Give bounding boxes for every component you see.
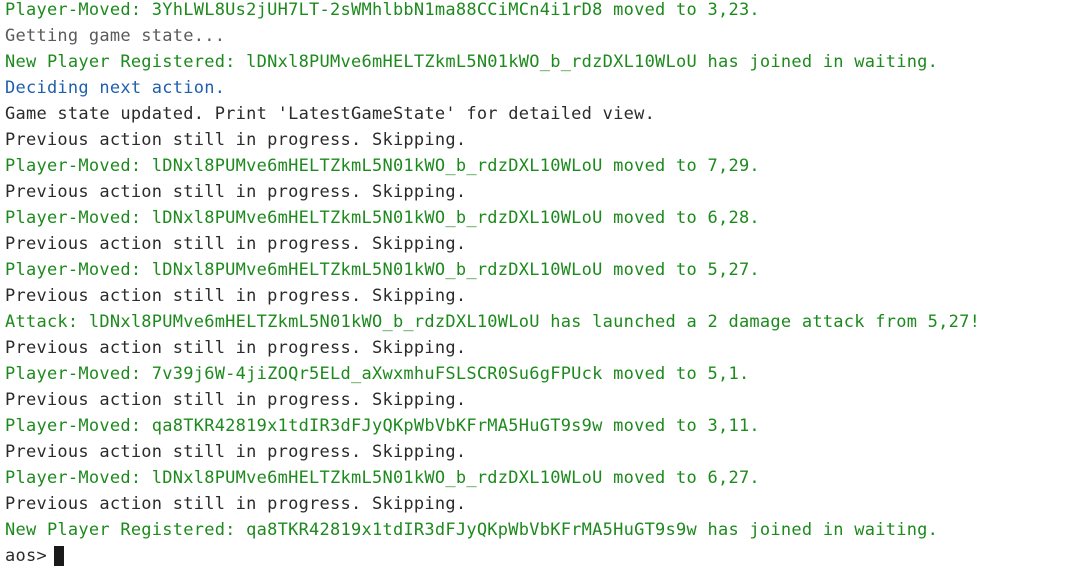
log-line: Player-Moved: 7v39j6W-4jiZOQr5ELd_aXwxmh… xyxy=(5,364,750,384)
log-line: Previous action still in progress. Skipp… xyxy=(5,130,467,150)
log-line: Getting game state... xyxy=(5,26,226,46)
log-line: Player-Moved: lDNxl8PUMve6mHELTZkmL5N01k… xyxy=(5,156,760,176)
log-line: Game state updated. Print 'LatestGameSta… xyxy=(5,104,656,124)
log-line: New Player Registered: qa8TKR42819x1tdIR… xyxy=(5,520,939,540)
log-line: New Player Registered: lDNxl8PUMve6mHELT… xyxy=(5,52,939,72)
prompt-label: aos> xyxy=(5,546,47,566)
log-line: Player-Moved: lDNxl8PUMve6mHELTZkmL5N01k… xyxy=(5,208,760,228)
log-line: Player-Moved: 3YhLWL8Us2jUH7LT-2sWMhlbbN… xyxy=(5,0,760,20)
log-line: Deciding next action. xyxy=(5,78,226,98)
log-line: Previous action still in progress. Skipp… xyxy=(5,442,467,462)
log-line: Previous action still in progress. Skipp… xyxy=(5,182,467,202)
command-prompt[interactable]: aos> xyxy=(5,543,1080,569)
log-line: Previous action still in progress. Skipp… xyxy=(5,338,467,358)
log-line: Previous action still in progress. Skipp… xyxy=(5,494,467,514)
text-cursor[interactable] xyxy=(53,546,64,566)
log-line: Attack: lDNxl8PUMve6mHELTZkmL5N01kWO_b_r… xyxy=(5,312,981,332)
log-line: Player-Moved: lDNxl8PUMve6mHELTZkmL5N01k… xyxy=(5,260,760,280)
log-line: Previous action still in progress. Skipp… xyxy=(5,286,467,306)
terminal-window[interactable]: Player-Moved: 3YhLWL8Us2jUH7LT-2sWMhlbbN… xyxy=(0,0,1080,566)
log-line: Player-Moved: lDNxl8PUMve6mHELTZkmL5N01k… xyxy=(5,468,760,488)
log-line: Player-Moved: qa8TKR42819x1tdIR3dFJyQKpW… xyxy=(5,416,760,436)
log-line: Previous action still in progress. Skipp… xyxy=(5,390,467,410)
log-line: Previous action still in progress. Skipp… xyxy=(5,234,467,254)
